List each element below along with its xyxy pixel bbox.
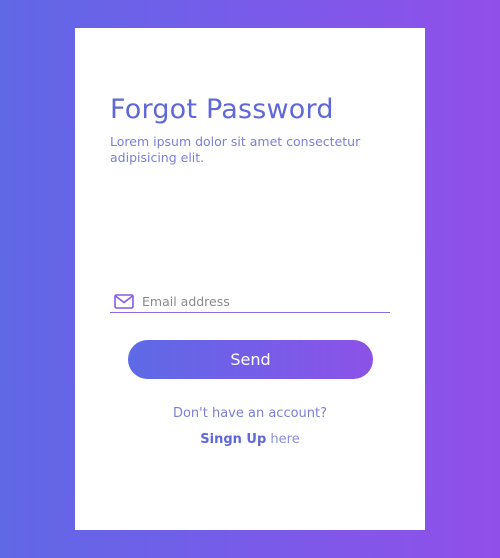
signup-line: Singn Up here [75,432,425,447]
signup-link[interactable]: Singn Up [200,432,266,447]
page-subtitle: Lorem ipsum dolor sit amet consectetur a… [110,134,361,165]
forgot-password-card: Forgot Password Lorem ipsum dolor sit am… [75,28,425,530]
envelope-icon [114,293,134,309]
email-field-row [110,290,390,313]
page-title: Forgot Password [110,94,334,125]
signup-suffix: here [266,432,300,447]
email-input[interactable] [142,291,390,311]
send-button[interactable]: Send [128,340,373,379]
no-account-text: Don't have an account? [172,406,328,421]
